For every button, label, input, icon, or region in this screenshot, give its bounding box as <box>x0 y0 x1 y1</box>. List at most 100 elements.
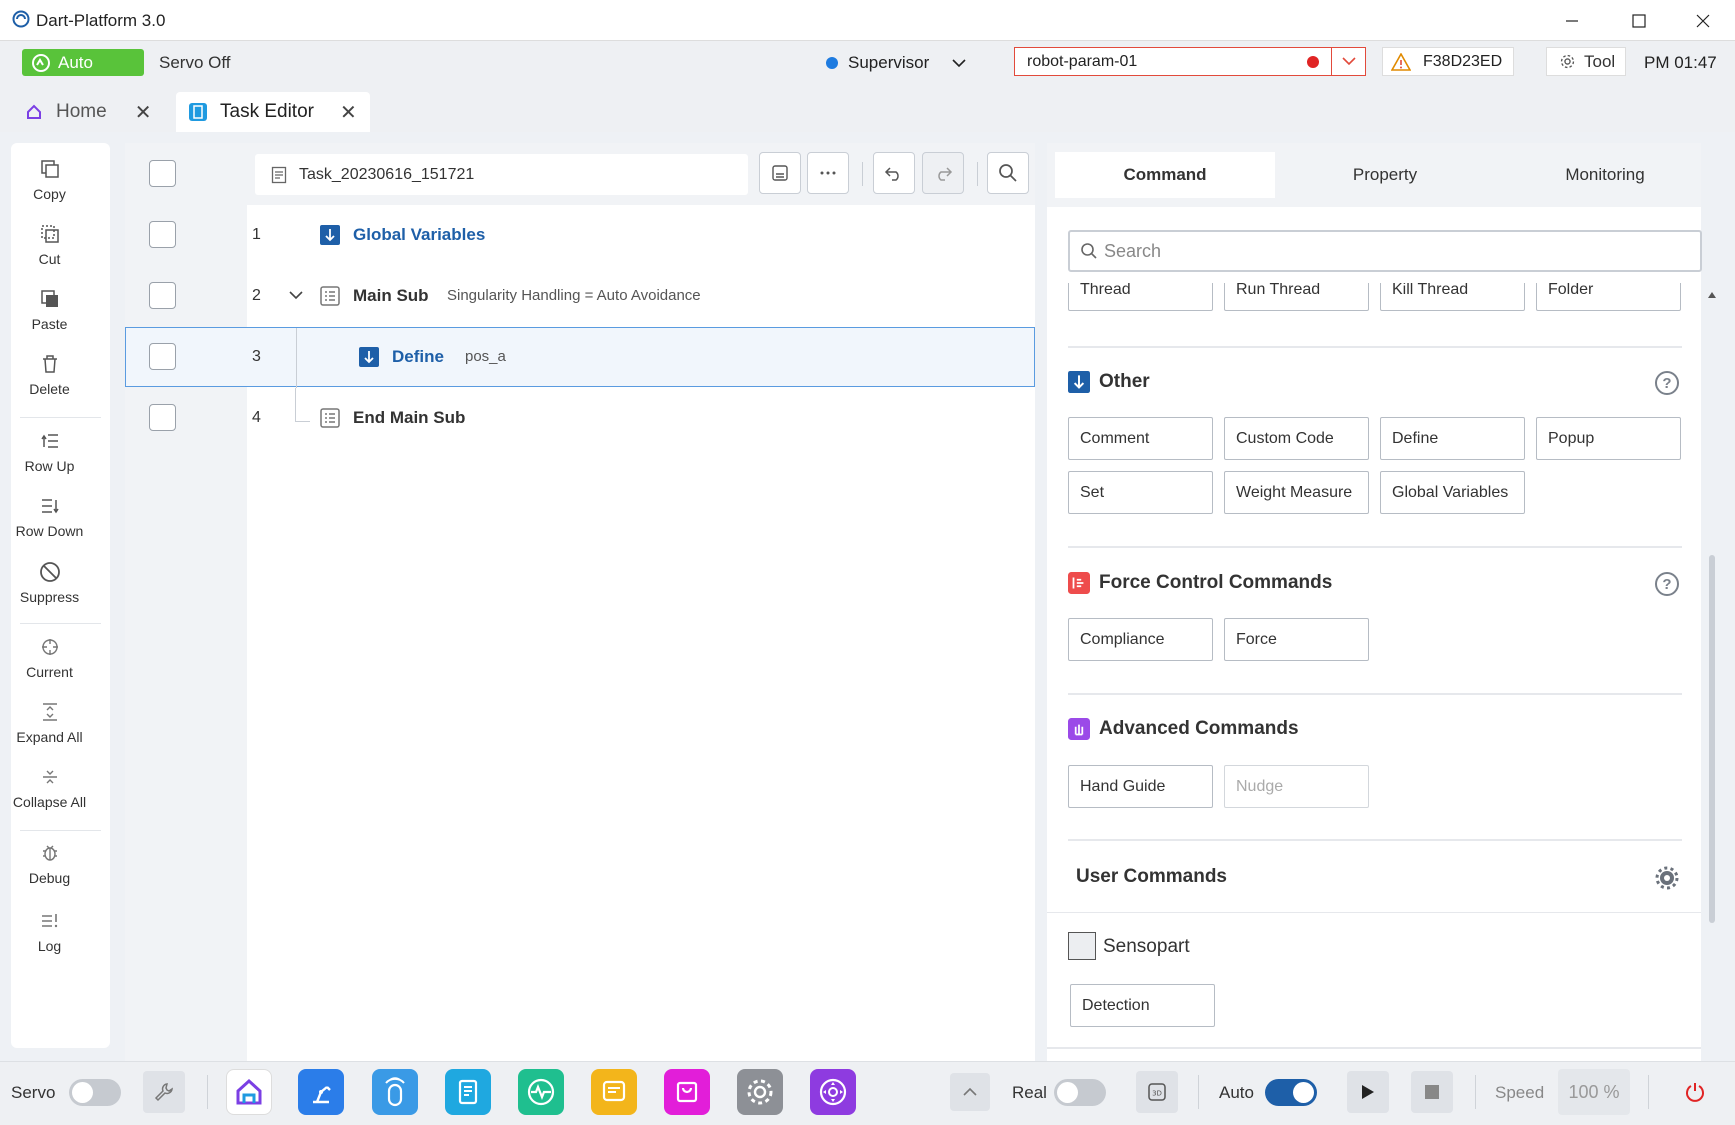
real-toggle[interactable] <box>1054 1079 1106 1106</box>
row-checkbox[interactable] <box>149 282 176 309</box>
app-settings-button[interactable] <box>737 1069 783 1115</box>
run-thread-button[interactable]: Run Thread <box>1224 283 1369 311</box>
row-down-button[interactable]: Row Down <box>0 495 99 539</box>
close-window-button[interactable] <box>1680 6 1726 36</box>
auto-toggle[interactable] <box>1265 1079 1317 1106</box>
weight-measure-button[interactable]: Weight Measure <box>1224 471 1369 514</box>
app-robot-button[interactable] <box>298 1069 344 1115</box>
app-task-editor-button[interactable] <box>445 1069 491 1115</box>
mode-badge[interactable]: Auto <box>22 49 144 76</box>
settings-gear-icon[interactable] <box>1655 866 1679 890</box>
app-jog-button[interactable] <box>810 1069 856 1115</box>
help-icon[interactable]: ? <box>1655 572 1679 596</box>
define-icon <box>1068 371 1090 393</box>
servo-toggle[interactable] <box>69 1079 121 1106</box>
compliance-button[interactable]: Compliance <box>1068 618 1213 661</box>
scrollbar-thumb[interactable] <box>1709 555 1715 923</box>
copy-button[interactable]: Copy <box>0 158 99 202</box>
detection-button[interactable]: Detection <box>1070 984 1215 1027</box>
force-button[interactable]: Force <box>1224 618 1369 661</box>
comment-button[interactable]: Comment <box>1068 417 1213 460</box>
command-list-clip: Thread Run Thread Kill Thread Folder <box>1047 283 1701 313</box>
row-number: 3 <box>252 348 261 365</box>
scroll-up-icon[interactable] <box>1708 292 1716 298</box>
expand-up-button[interactable] <box>950 1073 990 1111</box>
power-button[interactable] <box>1674 1071 1716 1113</box>
task-row[interactable]: 4 End Main Sub <box>125 388 1035 448</box>
delete-button[interactable]: Delete <box>0 353 99 397</box>
play-button[interactable] <box>1347 1071 1389 1113</box>
more-button[interactable] <box>807 152 849 194</box>
task-file-field[interactable]: Task_20230616_151721 <box>255 154 748 195</box>
tab-command[interactable]: Command <box>1055 152 1275 198</box>
minimize-button[interactable] <box>1549 6 1595 36</box>
gear-icon <box>1560 54 1575 69</box>
speed-value[interactable]: 100 % <box>1558 1069 1630 1115</box>
robot-param-dropdown[interactable] <box>1331 48 1365 75</box>
auto-label: Auto <box>1219 1083 1254 1102</box>
thread-button[interactable]: Thread <box>1068 283 1213 311</box>
app-monitoring-button[interactable] <box>518 1069 564 1115</box>
row-checkbox[interactable] <box>149 343 176 370</box>
debug-button[interactable]: Debug <box>0 842 99 886</box>
wrench-button[interactable] <box>143 1071 185 1113</box>
row-up-icon <box>40 434 58 448</box>
task-row-selected[interactable]: 3 Define pos_a <box>125 327 1035 388</box>
app-notes-button[interactable] <box>591 1069 637 1115</box>
collapse-all-button[interactable]: Collapse All <box>0 766 99 810</box>
robot-param-select[interactable]: robot-param-01 <box>1014 47 1366 76</box>
command-search[interactable]: Search <box>1068 230 1702 272</box>
suppress-button[interactable]: Suppress <box>0 561 99 605</box>
kill-thread-button[interactable]: Kill Thread <box>1380 283 1525 311</box>
app-store-button[interactable] <box>664 1069 710 1115</box>
hand-guide-button[interactable]: Hand Guide <box>1068 765 1213 808</box>
jog-icon <box>819 1078 847 1106</box>
set-button[interactable]: Set <box>1068 471 1213 514</box>
user-selector[interactable]: Supervisor <box>826 53 967 73</box>
user-status-dot <box>826 57 838 69</box>
app-teach-pendant-button[interactable] <box>372 1069 418 1115</box>
tab-monitoring[interactable]: Monitoring <box>1495 152 1715 198</box>
save-button[interactable] <box>759 152 801 194</box>
cut-button[interactable]: Cut <box>0 223 99 267</box>
expand-all-button[interactable]: Expand All <box>0 701 99 745</box>
serial-display[interactable]: F38D23ED <box>1382 47 1514 76</box>
undo-button[interactable] <box>873 152 915 194</box>
global-variables-button[interactable]: Global Variables <box>1380 471 1525 514</box>
nudge-button[interactable]: Nudge <box>1224 765 1369 808</box>
3d-view-button[interactable]: 3D <box>1136 1071 1178 1113</box>
tool-button[interactable]: Tool <box>1546 47 1626 76</box>
chevron-down-icon[interactable] <box>288 290 304 300</box>
section-advanced-header: Advanced Commands <box>1068 718 1299 740</box>
row-checkbox[interactable] <box>149 221 176 248</box>
command-scrollbar[interactable] <box>1706 285 1718 1061</box>
search-task-button[interactable] <box>987 152 1029 194</box>
toolbar-divider <box>20 623 101 624</box>
tab-home-close-icon[interactable]: ✕ <box>135 100 152 125</box>
stop-button[interactable] <box>1411 1071 1453 1113</box>
tab-task-editor[interactable]: Task Editor ✕ <box>176 92 370 132</box>
maximize-button[interactable] <box>1616 6 1662 36</box>
task-row[interactable]: 2 Main Sub Singularity Handling = Auto A… <box>125 266 1035 326</box>
copy-icon <box>40 160 59 178</box>
current-button[interactable]: Current <box>0 636 99 680</box>
custom-code-button[interactable]: Custom Code <box>1224 417 1369 460</box>
tab-home[interactable]: Home ✕ <box>14 92 156 132</box>
select-all-checkbox[interactable] <box>149 160 176 187</box>
tab-task-editor-close-icon[interactable]: ✕ <box>340 100 357 125</box>
section-divider <box>1068 693 1682 695</box>
section-force-title: Force Control Commands <box>1099 572 1333 593</box>
row-up-button[interactable]: Row Up <box>0 430 99 474</box>
help-icon[interactable]: ? <box>1655 371 1679 395</box>
redo-button[interactable] <box>922 152 964 194</box>
define-button[interactable]: Define <box>1380 417 1525 460</box>
app-home-button[interactable] <box>226 1069 272 1115</box>
task-row[interactable]: 1 Global Variables <box>125 205 1035 265</box>
log-button[interactable]: Log <box>0 910 99 954</box>
tab-property[interactable]: Property <box>1275 152 1495 198</box>
paste-button[interactable]: Paste <box>0 288 99 332</box>
section-divider <box>1047 912 1701 913</box>
popup-button[interactable]: Popup <box>1536 417 1681 460</box>
row-checkbox[interactable] <box>149 404 176 431</box>
folder-button[interactable]: Folder <box>1536 283 1681 311</box>
